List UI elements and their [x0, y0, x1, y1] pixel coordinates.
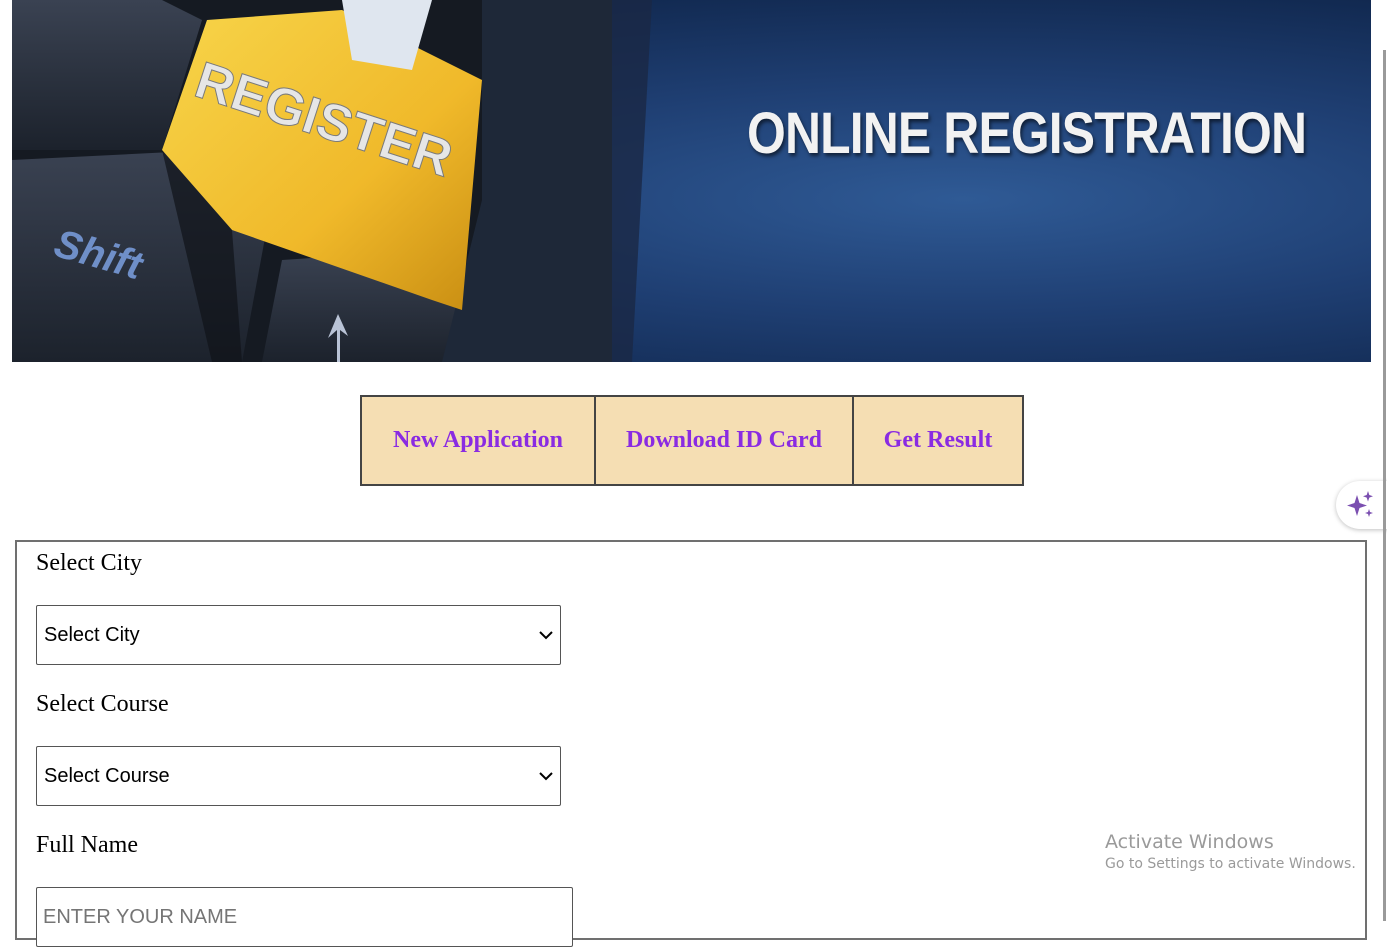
sparkle-icon	[1347, 491, 1373, 517]
registration-form	[15, 540, 1367, 940]
tab-new-application[interactable]: New Application	[362, 397, 594, 484]
banner-title: ONLINE REGISTRATION	[747, 101, 1307, 166]
course-select-value: Select Course	[44, 764, 170, 787]
full-name-label: Full Name	[36, 832, 138, 858]
activate-windows-title: Activate Windows	[1105, 831, 1274, 853]
ai-assistant-button[interactable]	[1336, 481, 1387, 529]
registration-banner: REGISTER Shift ONLINE REGISTRATION	[12, 0, 1371, 362]
city-label: Select City	[36, 550, 142, 576]
keyboard-illustration: REGISTER Shift	[12, 0, 652, 362]
activate-windows-hint: Go to Settings to activate Windows.	[1105, 856, 1356, 872]
chevron-down-icon	[539, 631, 553, 640]
tab-download-id-card[interactable]: Download ID Card	[594, 397, 852, 484]
city-select-value: Select City	[44, 623, 140, 646]
city-select[interactable]: Select City	[36, 605, 561, 665]
chevron-down-icon	[539, 772, 553, 781]
page-scrollbar[interactable]	[1383, 50, 1386, 921]
full-name-input[interactable]	[36, 887, 573, 947]
tab-get-result[interactable]: Get Result	[852, 397, 1022, 484]
course-label: Select Course	[36, 691, 169, 717]
action-tabs: New Application Download ID Card Get Res…	[360, 395, 1024, 486]
course-select[interactable]: Select Course	[36, 746, 561, 806]
